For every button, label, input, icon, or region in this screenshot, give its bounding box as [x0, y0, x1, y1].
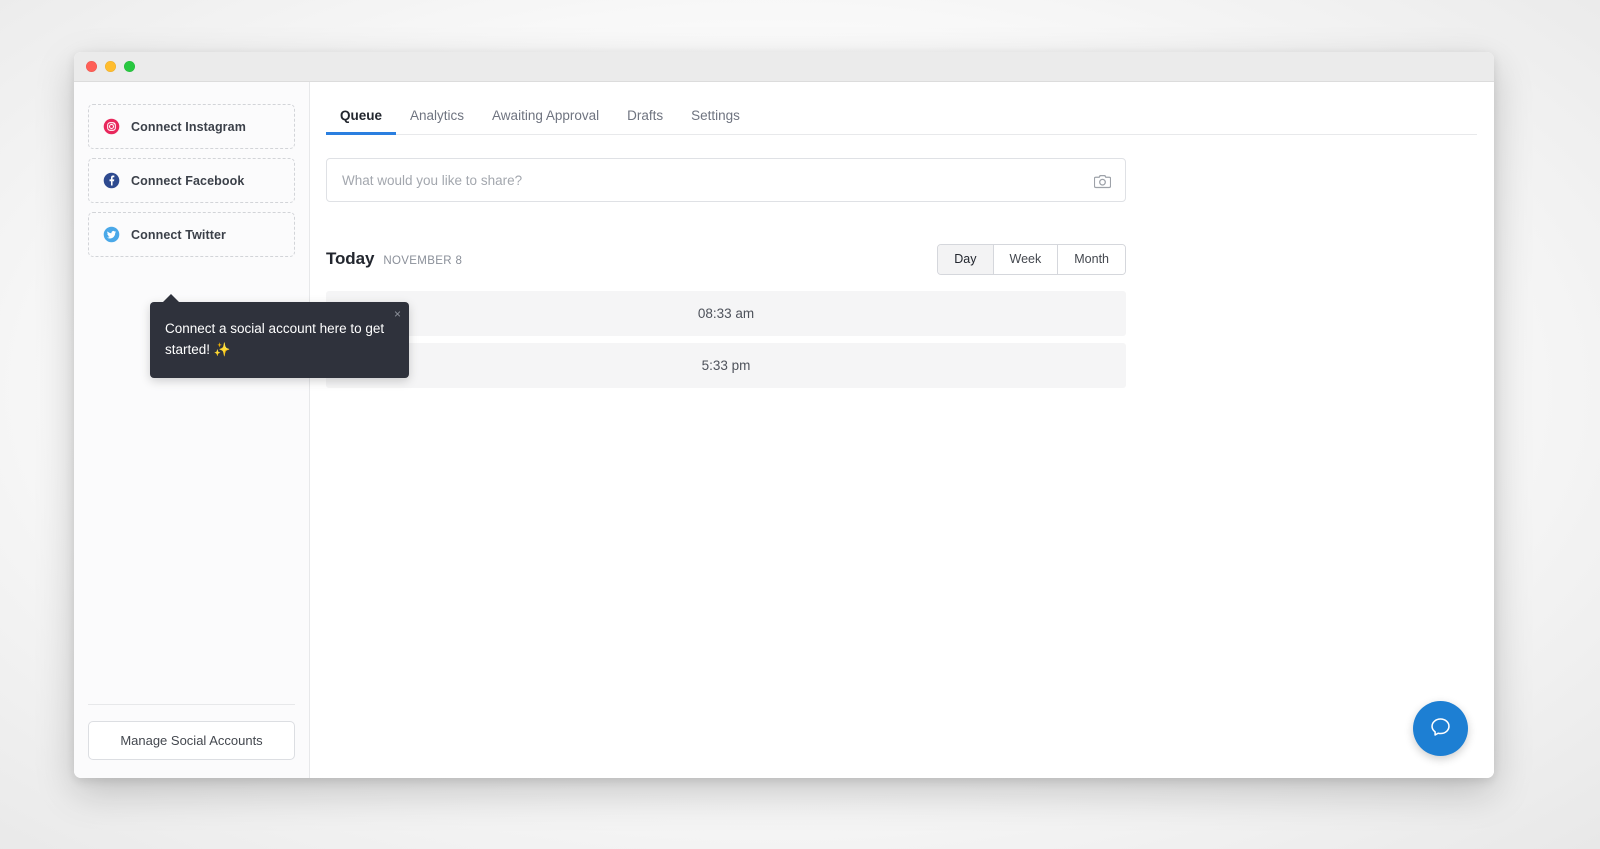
tooltip-text: Connect a social account here to get sta… [165, 321, 385, 357]
facebook-icon [103, 172, 120, 189]
schedule-date-label: NOVEMBER 8 [383, 255, 463, 267]
window-body: Connect Instagram Connect Facebook Conne… [74, 82, 1494, 778]
tooltip-arrow-icon [162, 294, 180, 303]
range-day-button[interactable]: Day [938, 244, 993, 274]
instagram-icon [103, 118, 120, 135]
help-chat-launcher-button[interactable] [1413, 701, 1468, 756]
manage-social-accounts-button[interactable]: Manage Social Accounts [88, 721, 295, 760]
tab-bar: Queue Analytics Awaiting Approval Drafts… [326, 82, 1477, 135]
tab-settings[interactable]: Settings [677, 108, 754, 134]
close-window-button[interactable] [86, 61, 97, 72]
sidebar: Connect Instagram Connect Facebook Conne… [74, 82, 310, 778]
schedule-date-group: Today NOVEMBER 8 [326, 249, 462, 269]
connect-twitter-button[interactable]: Connect Twitter [88, 212, 295, 257]
chat-bubble-icon [1428, 715, 1453, 743]
tab-drafts[interactable]: Drafts [613, 108, 677, 134]
tab-analytics[interactable]: Analytics [396, 108, 478, 134]
today-label: Today [326, 249, 375, 268]
connect-instagram-label: Connect Instagram [131, 119, 246, 134]
tab-queue[interactable]: Queue [326, 108, 397, 135]
schedule-range-toggle: Day Week Month [937, 243, 1126, 275]
twitter-icon [103, 226, 120, 243]
connect-instagram-button[interactable]: Connect Instagram [88, 104, 295, 149]
close-icon[interactable]: × [394, 308, 401, 320]
desktop-backdrop: Connect Instagram Connect Facebook Conne… [0, 0, 1600, 849]
range-week-button[interactable]: Week [992, 244, 1058, 274]
connect-facebook-label: Connect Facebook [131, 173, 245, 188]
connect-twitter-label: Connect Twitter [131, 227, 227, 242]
post-composer[interactable] [326, 158, 1126, 202]
connect-facebook-button[interactable]: Connect Facebook [88, 158, 295, 203]
schedule-slot-list: 08:33 am 5:33 pm [326, 291, 1126, 388]
schedule-slot[interactable]: 08:33 am [326, 291, 1126, 336]
connect-accounts-list: Connect Instagram Connect Facebook Conne… [88, 104, 295, 257]
schedule-slot[interactable]: 5:33 pm [326, 343, 1126, 388]
app-window: Connect Instagram Connect Facebook Conne… [74, 52, 1494, 778]
window-titlebar [74, 52, 1494, 82]
schedule-header: Today NOVEMBER 8 Day Week Month [326, 243, 1126, 275]
onboarding-tooltip: × Connect a social account here to get s… [150, 294, 409, 378]
main-content: Queue Analytics Awaiting Approval Drafts… [310, 82, 1494, 778]
tab-awaiting-approval[interactable]: Awaiting Approval [478, 108, 613, 134]
range-month-button[interactable]: Month [1057, 244, 1125, 274]
sidebar-divider [88, 704, 295, 705]
composer-input[interactable] [342, 172, 1092, 188]
camera-icon[interactable] [1092, 172, 1113, 189]
maximize-window-button[interactable] [124, 61, 135, 72]
minimize-window-button[interactable] [105, 61, 116, 72]
